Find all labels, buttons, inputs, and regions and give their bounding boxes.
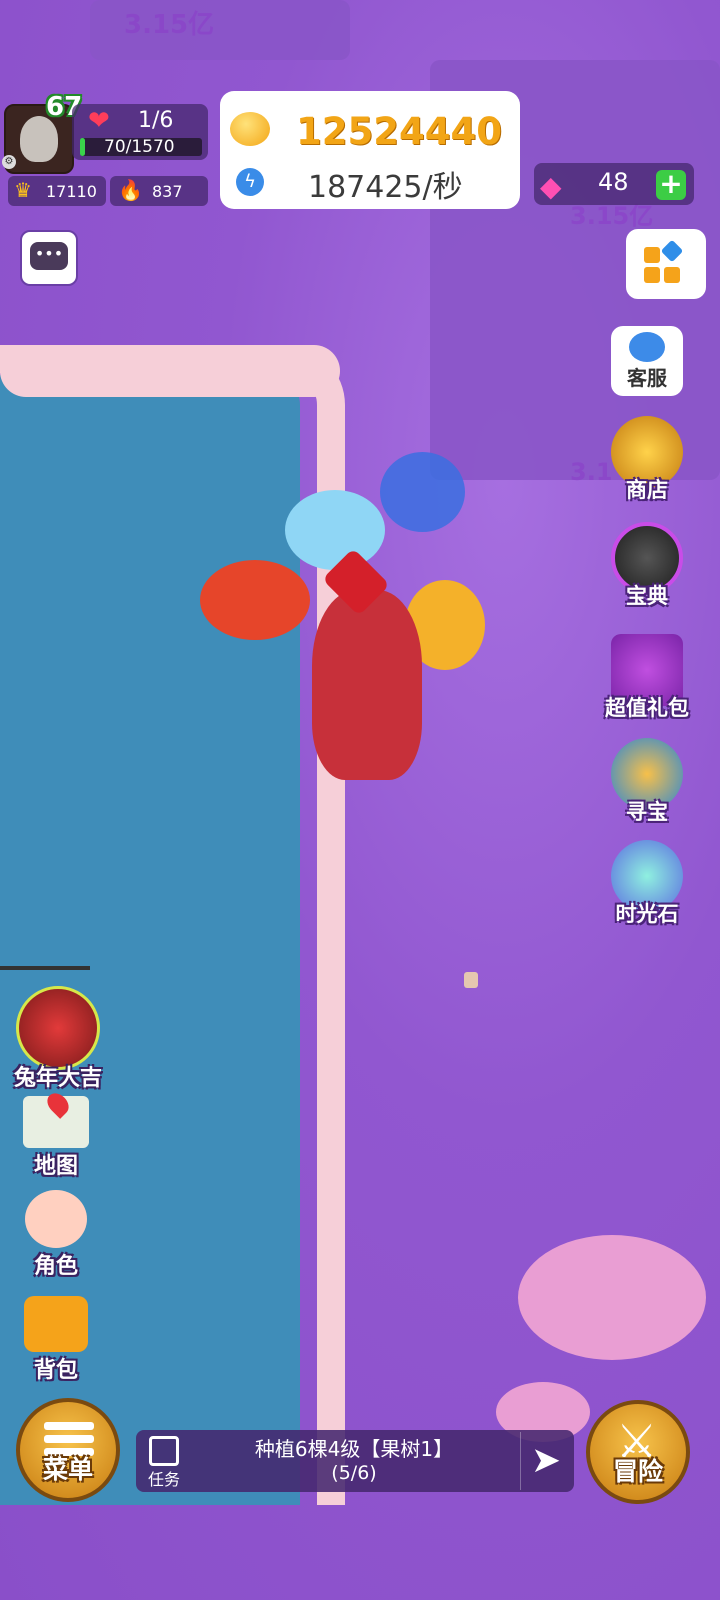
menu-label: 菜单 <box>42 1455 93 1484</box>
hp-value: 70/1570 <box>104 137 175 157</box>
fire-icon: 🔥 <box>118 178 143 202</box>
clipboard-icon <box>149 1436 179 1466</box>
decorative-line <box>0 966 90 970</box>
codex-label: 宝典 <box>626 584 668 608</box>
gem-icon: ◆ <box>540 170 562 203</box>
backpack-icon <box>24 1296 88 1352</box>
customer-service-label: 客服 <box>627 366 667 390</box>
fire-value: 837 <box>152 182 183 201</box>
task-go-button[interactable]: ➤ <box>520 1432 571 1490</box>
small-item-drop[interactable] <box>464 972 478 988</box>
grid-menu-button[interactable] <box>626 229 706 299</box>
shop-label: 商店 <box>626 478 668 502</box>
face-icon <box>25 1190 87 1248</box>
blue-flame-tail <box>380 452 465 532</box>
chat-button[interactable]: ••• <box>20 230 78 286</box>
map-button[interactable]: 地图 <box>6 1089 106 1180</box>
hp-bar-fill <box>80 138 85 156</box>
rabbit-event-label: 兔年大吉 <box>13 1066 102 1091</box>
rabbit-hero-character[interactable] <box>312 590 422 780</box>
fire-bird-creature <box>200 560 310 640</box>
character-button[interactable]: 角色 <box>6 1190 106 1280</box>
heart-count: 1/6 <box>138 108 174 133</box>
map-label: 地图 <box>33 1154 78 1179</box>
gem-amount: 48 <box>598 168 629 196</box>
customer-service-button[interactable]: 客服 <box>611 326 683 396</box>
adventure-label: 冒险 <box>612 1457 663 1486</box>
map-icon <box>23 1089 89 1148</box>
rabbit-event-button[interactable]: 兔年大吉 <box>8 986 108 1092</box>
settings-gear-icon[interactable]: ⚙ <box>2 155 16 169</box>
headset-icon <box>629 332 665 362</box>
grid-menu-icon <box>644 247 660 263</box>
backpack-label: 背包 <box>33 1358 78 1383</box>
treasure-hunt-button[interactable]: 寻宝 <box>602 738 692 826</box>
task-progress: (5/6) <box>331 1462 377 1484</box>
crown-value: 17110 <box>46 182 97 201</box>
heart-icon: ❤ <box>88 106 110 136</box>
time-stone-label: 时光石 <box>615 902 679 926</box>
add-gems-button[interactable]: + <box>656 170 686 200</box>
adventure-button[interactable]: ⚔ 冒险 <box>586 1400 690 1504</box>
time-stone-button[interactable]: 时光石 <box>602 840 692 928</box>
task-label: 任务 <box>147 1470 180 1489</box>
character-label: 角色 <box>33 1254 78 1279</box>
floating-value-text: 3.15亿 <box>124 10 215 40</box>
menu-button[interactable]: 菜单 <box>16 1398 120 1502</box>
coin-icon <box>230 112 270 146</box>
arrow-right-icon: ➤ <box>530 1440 562 1481</box>
crown-icon: ♛ <box>14 178 32 202</box>
lightning-icon: ϟ <box>236 168 264 196</box>
codex-button[interactable]: 宝典 <box>602 522 692 610</box>
current-task[interactable]: 种植6棵4级【果树1】 (5/6) <box>192 1433 516 1484</box>
task-button[interactable]: 任务 <box>140 1432 188 1490</box>
pink-tree-canopy <box>518 1235 706 1360</box>
value-pack-label: 超值礼包 <box>605 696 689 720</box>
blue-fox-creature <box>285 490 385 570</box>
treasure-hunt-label: 寻宝 <box>626 800 668 824</box>
value-pack-button[interactable]: 超值礼包 <box>602 634 692 722</box>
gold-amount: 12524440 <box>296 110 502 153</box>
cloud-border-top <box>0 345 340 397</box>
backpack-button[interactable]: 背包 <box>6 1296 106 1384</box>
gold-rate: 187425/秒 <box>308 170 463 205</box>
shop-button[interactable]: 商店 <box>602 416 692 504</box>
task-title: 种植6棵4级【果树1】 <box>254 1437 454 1461</box>
chat-icon: ••• <box>30 242 68 270</box>
rabbit-icon <box>16 986 100 1070</box>
